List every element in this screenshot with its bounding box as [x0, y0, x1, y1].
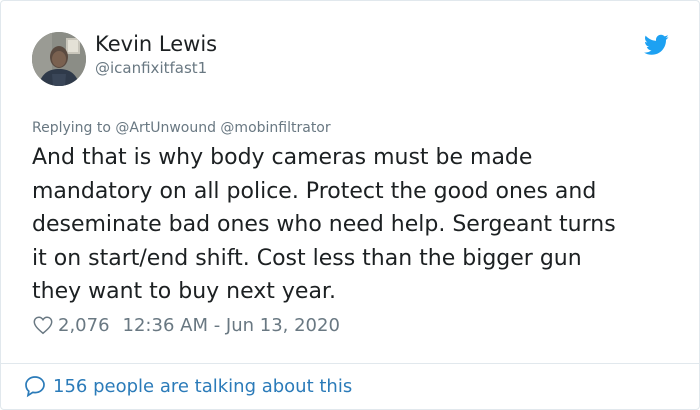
tweet-text-line: it on start/end shift. Cost less than th…	[32, 245, 582, 271]
tweet-card: Kevin Lewis @icanfixitfast1 Replying to …	[0, 0, 700, 410]
author-name[interactable]: Kevin Lewis	[95, 32, 217, 56]
tweet-text-line: deseminate bad ones who need help. Serge…	[32, 212, 616, 237]
avatar[interactable]	[32, 32, 86, 86]
tweet-meta: 2,076 12:36 AM - Jun 13, 2020	[32, 312, 340, 338]
tweet-text-line: mandatory on all police. Protect the goo…	[32, 178, 597, 204]
reply-to-line: Replying to @ArtUnwound @mobinfiltrator	[32, 120, 331, 136]
tweet-text: And that is why body cameras must be mad…	[32, 141, 682, 309]
heart-icon[interactable]	[32, 314, 54, 336]
like-count[interactable]: 2,076	[58, 315, 110, 336]
avatar-photo	[32, 32, 86, 86]
author-handle[interactable]: @icanfixitfast1	[95, 59, 207, 77]
reply-prefix: Replying to	[32, 120, 116, 136]
divider	[1, 363, 699, 364]
tweet-text-line: they want to buy next year.	[32, 279, 336, 304]
timestamp[interactable]: 12:36 AM - Jun 13, 2020	[123, 315, 340, 336]
tweet-text-line: And that is why body cameras must be mad…	[32, 145, 533, 170]
reply-mentions[interactable]: @ArtUnwound @mobinfiltrator	[115, 120, 330, 136]
conversation-count-text[interactable]: 156 people are talking about this	[53, 376, 352, 397]
conversation-link[interactable]: 156 people are talking about this	[23, 373, 352, 399]
twitter-bird-icon[interactable]	[644, 34, 669, 56]
speech-bubble-icon	[25, 376, 45, 398]
